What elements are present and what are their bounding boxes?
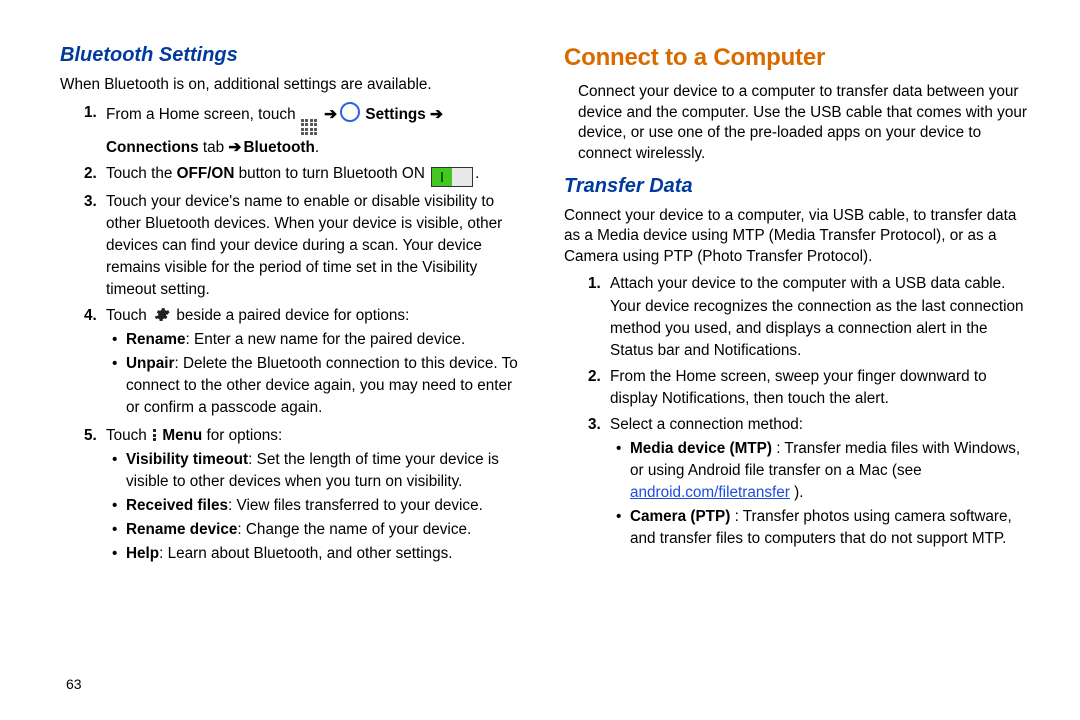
step-5-sublist: Visibility timeout: Set the length of ti… [106,449,528,565]
menu-dots-icon [153,428,156,443]
left-column: Bluetooth Settings When Bluetooth is on,… [60,44,528,670]
transfer-intro: Connect your device to a computer, via U… [564,206,1032,268]
t-step-2: 2. From the Home screen, sweep your fing… [588,366,1032,410]
step-1-text-a: From a Home screen, touch [106,106,300,123]
arrow-icon: ➔ [324,106,339,123]
right-column: Connect to a Computer Connect your devic… [564,44,1032,670]
label-bluetooth: Bluetooth [243,139,314,156]
method-ptp: Camera (PTP) : Transfer photos using cam… [616,506,1032,550]
step-3-text: Touch your device's name to enable or di… [106,193,502,298]
bluetooth-steps: 1. From a Home screen, touch ➔ Settings … [60,102,528,565]
label-connections: Connections [106,139,199,156]
t-step-3: 3. Select a connection method: Media dev… [588,414,1032,550]
step-2: 2. Touch the OFF/ON button to turn Bluet… [84,163,528,187]
page-number: 63 [66,676,1032,692]
bluetooth-intro: When Bluetooth is on, additional setting… [60,75,528,96]
filetransfer-link[interactable]: android.com/filetransfer [630,484,790,501]
heading-connect-computer: Connect to a Computer [564,44,1032,72]
settings-ring-icon [340,102,360,122]
toggle-on-icon [431,167,473,187]
t-step-3-sublist: Media device (MTP) : Transfer media file… [610,438,1032,550]
step-3: 3. Touch your device's name to enable or… [84,191,528,301]
apps-grid-icon [301,119,319,137]
step-4: 4. Touch beside a paired device for opti… [84,305,528,419]
heading-bluetooth-settings: Bluetooth Settings [60,44,528,67]
arrow-icon-3: ➔ [228,139,243,156]
step-5: 5. Touch Menu for options: Visibility ti… [84,425,528,565]
transfer-steps: 1. Attach your device to the computer wi… [564,273,1032,549]
method-mtp: Media device (MTP) : Transfer media file… [616,438,1032,504]
connect-intro: Connect your device to a computer to tra… [578,82,1032,165]
heading-transfer-data: Transfer Data [564,175,1032,198]
t-step-1: 1. Attach your device to the computer wi… [588,273,1032,361]
step-1-text-d: tab [203,139,229,156]
step-1: 1. From a Home screen, touch ➔ Settings … [84,102,528,159]
arrow-icon-2: ➔ [430,106,442,123]
gear-icon [153,306,170,323]
label-settings: Settings [365,106,425,123]
step-4-sublist: Rename: Enter a new name for the paired … [106,329,528,419]
